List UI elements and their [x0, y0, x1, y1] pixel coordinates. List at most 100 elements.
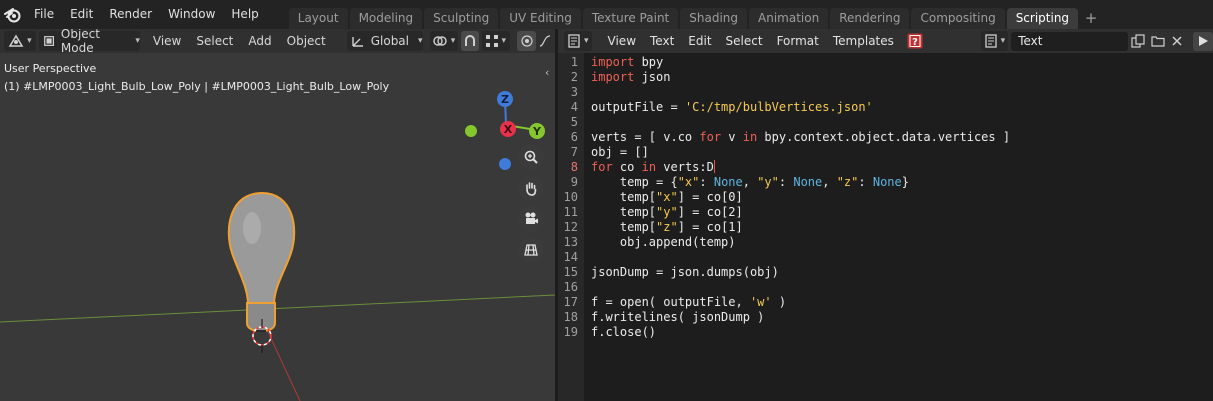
line-number: 4	[570, 100, 578, 114]
snap-toggle[interactable]	[460, 31, 480, 51]
code-line[interactable]: jsonDump = json.dumps(obj)	[591, 265, 779, 279]
code-line[interactable]: temp["z"] = co[1]	[591, 220, 743, 234]
menu-edit[interactable]: Edit	[62, 0, 101, 29]
code-line[interactable]: for co in verts:D	[591, 160, 715, 174]
falloff-selector[interactable]	[538, 31, 552, 51]
viewport-menu-view[interactable]: View	[146, 31, 188, 51]
menu-window[interactable]: Window	[160, 0, 223, 29]
mode-label: Object Mode	[60, 29, 100, 55]
tab-scripting[interactable]: Scripting	[1006, 8, 1079, 29]
pan-hand-icon	[526, 182, 537, 196]
workspace-tabs: Layout Modeling Sculpting UV Editing Tex…	[288, 0, 1102, 29]
code-token: ] = co[0]	[677, 190, 743, 204]
line-number: 10	[563, 190, 578, 204]
editor-menu-select[interactable]: Select	[719, 29, 770, 53]
editor-type-selector[interactable]: ▾	[564, 31, 592, 51]
code-token: ] = co[2]	[677, 205, 743, 219]
proportional-edit-toggle[interactable]	[517, 31, 536, 51]
viewport-scene[interactable]: Z X Y	[0, 53, 555, 401]
editor-menu-format[interactable]: Format	[770, 29, 826, 53]
tab-layout[interactable]: Layout	[288, 8, 348, 29]
line-number: 16	[563, 280, 578, 294]
falloff-curve-icon	[540, 35, 551, 47]
tab-animation[interactable]: Animation	[749, 8, 829, 29]
code-token: :	[858, 175, 873, 189]
code-token: in	[742, 130, 758, 144]
code-token: verts = [ v.co	[591, 130, 700, 144]
ortho-toggle-button[interactable]	[518, 237, 544, 263]
code-line[interactable]: obj.append(temp)	[591, 235, 736, 249]
code-token: temp[	[591, 220, 657, 234]
add-workspace-button[interactable]: +	[1080, 8, 1102, 29]
viewport-menu-select[interactable]: Select	[190, 31, 240, 51]
3d-viewport[interactable]: ▾ Object Mode ▾ View Select Add Object G…	[0, 29, 555, 401]
tab-sculpting[interactable]: Sculpting	[424, 8, 499, 29]
line-number: 14	[563, 250, 578, 264]
tab-texture-paint[interactable]: Texture Paint	[582, 8, 679, 29]
code-line[interactable]: import bpy	[591, 55, 663, 69]
code-token: "z"	[836, 175, 859, 189]
editor-menu-text[interactable]: Text	[643, 29, 681, 53]
text-editor-icon	[568, 34, 580, 48]
code-token: "y"	[656, 205, 678, 219]
text-datablock-browser[interactable]: ▾	[980, 31, 1009, 51]
open-text-button[interactable]	[1148, 32, 1168, 51]
viewport-menu-add[interactable]: Add	[242, 31, 278, 51]
viewport-menu-object[interactable]: Object	[280, 31, 332, 51]
text-editor-header: ▾ View Text Edit Select Format Templates…	[558, 29, 1213, 53]
line-number: 11	[563, 205, 578, 219]
menu-render[interactable]: Render	[101, 0, 160, 29]
gizmo-neg-y[interactable]	[465, 125, 477, 137]
line-number: 5	[570, 115, 578, 129]
code-token: :	[699, 175, 714, 189]
camera-view-button[interactable]	[518, 206, 544, 232]
text-editor[interactable]: ▾ View Text Edit Select Format Templates…	[558, 29, 1213, 401]
duplicate-text-button[interactable]	[1128, 32, 1148, 51]
tab-shading[interactable]: Shading	[680, 8, 747, 29]
editor-menu-view[interactable]: View	[601, 29, 643, 53]
snap-target-selector[interactable]: ▾	[482, 31, 511, 51]
code-line[interactable]: verts = [ v.co for v in bpy.context.obje…	[591, 130, 1010, 144]
code-token: for	[699, 130, 722, 144]
code-line[interactable]: import json	[591, 70, 670, 84]
snap-grid-icon	[486, 35, 499, 47]
editor-type-selector[interactable]: ▾	[4, 31, 36, 51]
text-name-field[interactable]: Text	[1011, 31, 1128, 51]
object-mode-icon	[43, 36, 54, 46]
line-number: 6	[570, 130, 578, 144]
editor-menu-templates[interactable]: Templates	[826, 29, 901, 53]
text-modified-warning[interactable]: ?	[905, 32, 925, 51]
chevron-down-icon: ▾	[1000, 36, 1006, 46]
tab-rendering[interactable]: Rendering	[830, 8, 910, 29]
code-line[interactable]: f = open( outputFile, 'w' )	[591, 295, 786, 309]
tab-compositing[interactable]: Compositing	[911, 8, 1005, 29]
editor-menu-edit[interactable]: Edit	[681, 29, 718, 53]
tab-modeling[interactable]: Modeling	[349, 8, 423, 29]
zoom-button[interactable]	[518, 144, 544, 170]
code-token: jsonDump = json.dumps(obj)	[591, 265, 779, 279]
code-line[interactable]: f.close()	[591, 325, 656, 339]
zoom-icon	[524, 150, 538, 164]
blender-logo-icon[interactable]	[2, 4, 24, 26]
code-token: ,	[742, 175, 758, 189]
tab-uv-editing[interactable]: UV Editing	[500, 8, 581, 29]
run-script-button[interactable]	[1193, 31, 1213, 51]
gizmo-neg-z[interactable]	[499, 158, 511, 170]
code-token: verts:D	[656, 160, 714, 174]
code-token: f.writelines( jsonDump )	[591, 310, 765, 324]
code-line[interactable]: f.writelines( jsonDump )	[591, 310, 764, 324]
transform-orientation-selector[interactable]: Global ▾	[346, 31, 423, 51]
code-line[interactable]: temp["x"] = co[0]	[591, 190, 743, 204]
code-token: :	[778, 175, 794, 189]
pivot-selector[interactable]: ▾	[429, 31, 458, 51]
code-line[interactable]: obj = []	[591, 145, 649, 159]
mode-selector[interactable]: Object Mode ▾	[38, 29, 140, 55]
pan-button[interactable]	[518, 175, 544, 201]
code-line[interactable]: outputFile = 'C:/tmp/bulbVertices.json'	[591, 100, 873, 114]
code-line[interactable]: temp["y"] = co[2]	[591, 205, 743, 219]
code-line[interactable]: temp = {"x": None, "y": None, "z": None}	[591, 175, 909, 189]
menu-file[interactable]: File	[26, 0, 62, 29]
menu-help[interactable]: Help	[223, 0, 266, 29]
unlink-text-button[interactable]	[1167, 32, 1187, 51]
code-token: temp[	[591, 190, 657, 204]
